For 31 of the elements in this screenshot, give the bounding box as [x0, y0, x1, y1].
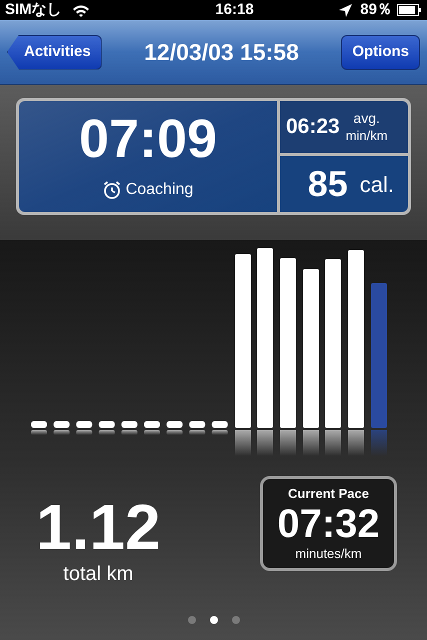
pace-bar [189, 421, 206, 435]
clock: 16:18 [214, 0, 254, 20]
stopwatch-icon [102, 180, 121, 198]
location-arrow-icon [339, 4, 352, 16]
options-button[interactable]: Options [341, 34, 420, 70]
avg-label: avg. [353, 110, 380, 128]
current-pace-title: Current Pace [288, 485, 369, 503]
calories-unit: cal. [360, 170, 394, 198]
current-pace-value: 07:32 [277, 504, 380, 544]
battery-icon [396, 4, 422, 16]
distance-value: 1.12 [36, 495, 161, 559]
duration: 07:09 [78, 112, 218, 166]
back-button[interactable]: Activities [7, 34, 102, 70]
avg-unit: min/km [346, 128, 388, 144]
avg-pace: 06:23 [286, 114, 340, 140]
pace-bar [31, 421, 47, 435]
carrier: SIMなし [5, 0, 62, 20]
wifi-icon [72, 4, 90, 16]
nav-title: 12/03/03 15:58 [143, 38, 300, 67]
battery-percent: 89％ [360, 0, 392, 20]
pace-bar [212, 421, 228, 435]
current-pace-unit: minutes/km [295, 544, 362, 562]
pace-bar [76, 421, 92, 435]
pace-bar [54, 421, 70, 435]
pace-bar [166, 421, 183, 435]
distance-unit: total km [63, 562, 134, 587]
coaching-label: Coaching [126, 180, 194, 200]
pace-bar [98, 421, 115, 435]
pace-bar [121, 421, 138, 435]
pace-bar [144, 421, 160, 435]
calories: 85 [308, 162, 348, 206]
